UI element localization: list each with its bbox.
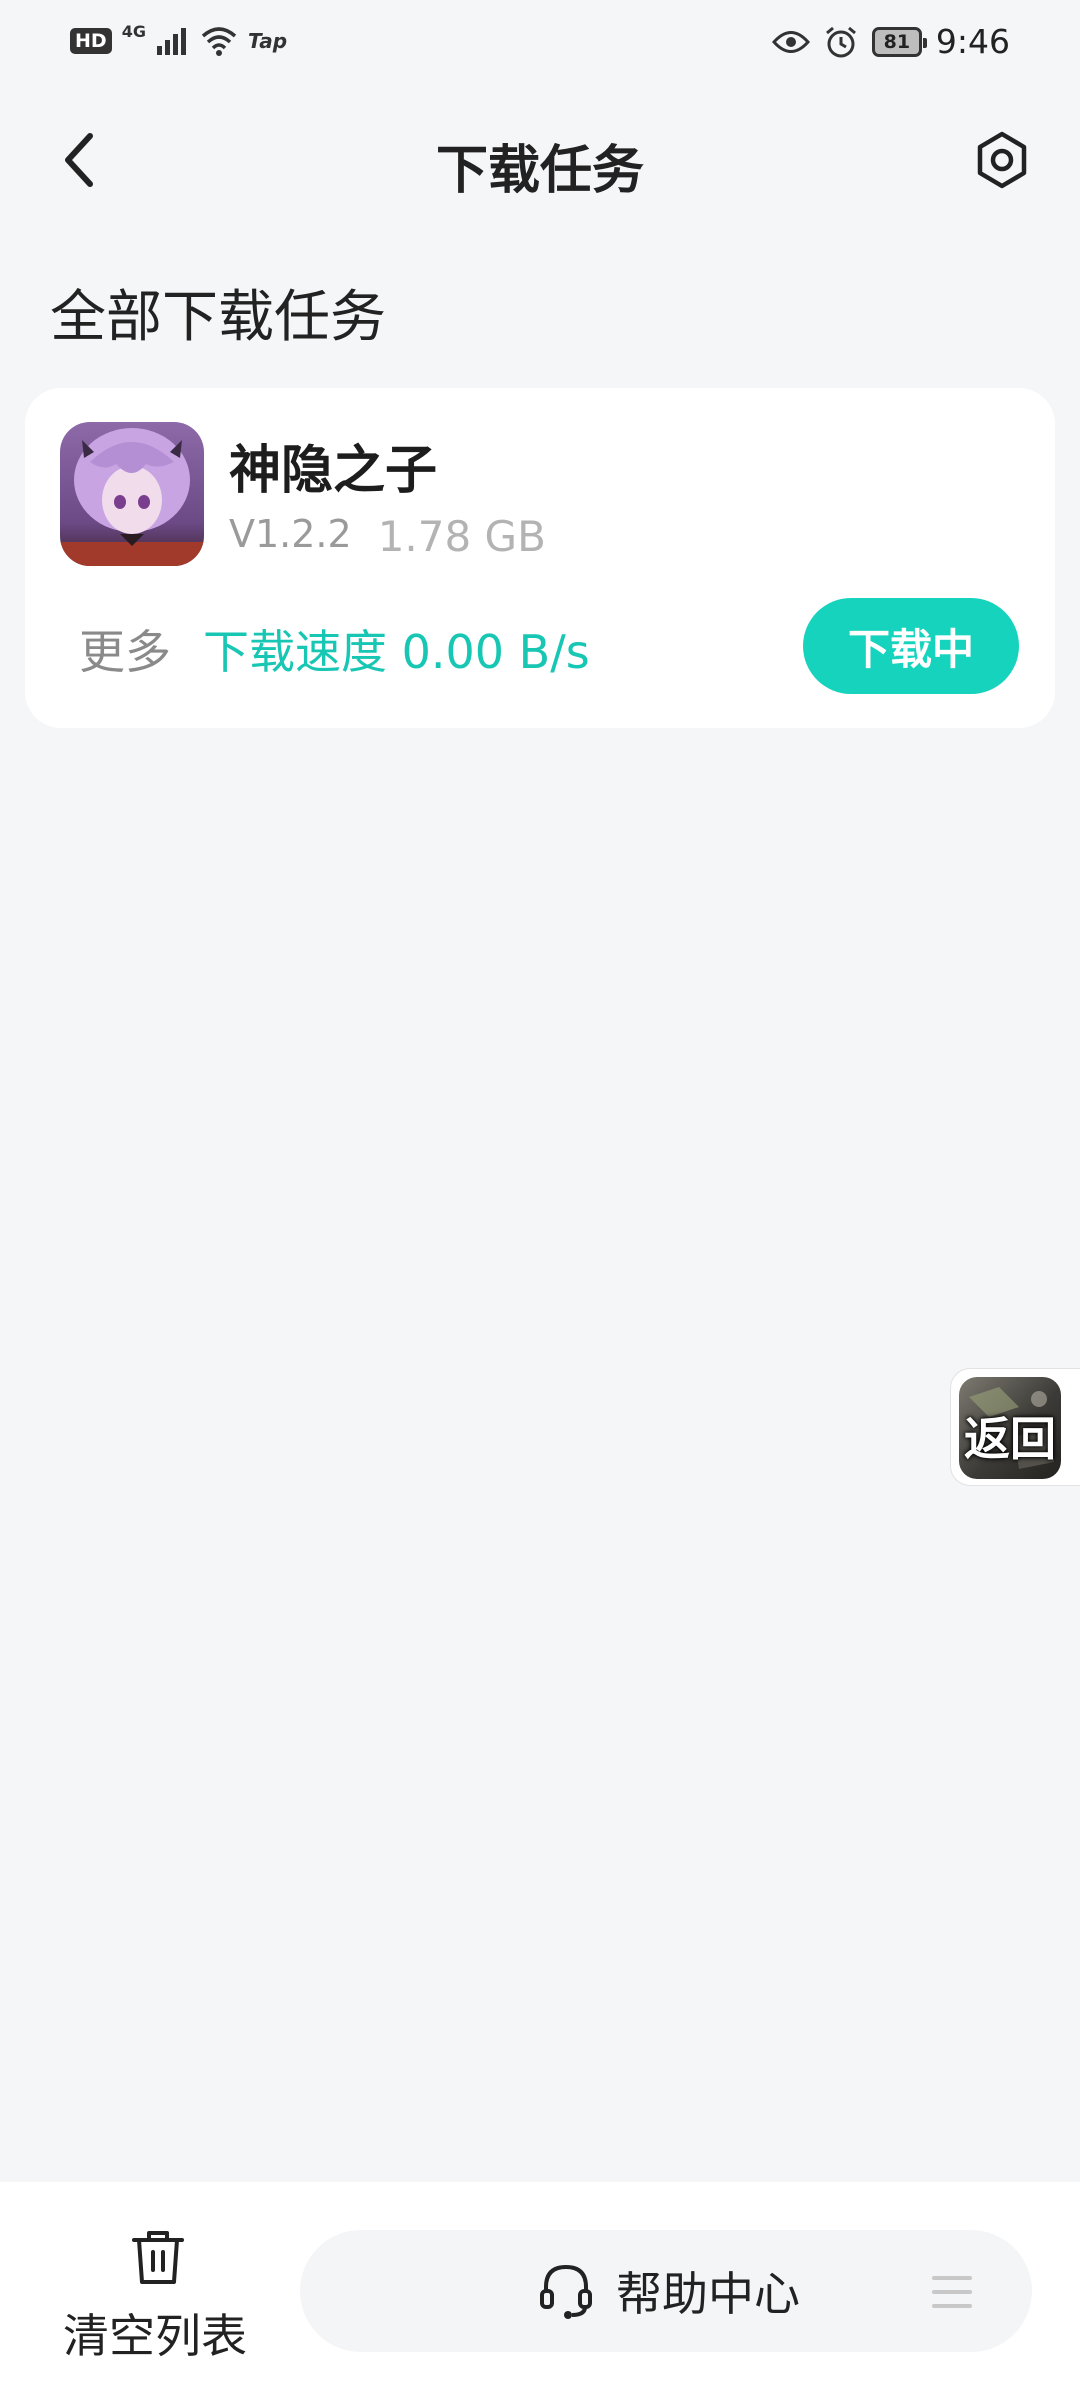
- status-right: 81 9:46: [771, 22, 1010, 61]
- more-button[interactable]: 更多: [79, 616, 171, 682]
- floating-return-button[interactable]: 返回: [950, 1368, 1080, 1486]
- trash-icon: [132, 2231, 184, 2284]
- top-bar: 下载任务: [0, 110, 1080, 210]
- return-label: 返回: [964, 1412, 1056, 1466]
- game-name: 神隐之子: [229, 441, 438, 501]
- clear-list-label: 清空列表: [63, 2309, 247, 2363]
- clock: 9:46: [935, 22, 1010, 61]
- eye-icon: [771, 30, 810, 53]
- section-title: 全部下载任务: [50, 285, 386, 350]
- settings-button[interactable]: [970, 128, 1034, 192]
- signal-icon: [156, 28, 186, 55]
- tap-status-label: Tap: [247, 29, 288, 53]
- battery-indicator: 81: [871, 26, 927, 57]
- status-left: HD 4G Tap: [70, 22, 288, 56]
- gear-icon: [977, 131, 1027, 189]
- help-center-content: 帮助中心: [538, 2258, 800, 2324]
- status-bar: HD 4G Tap 81 9:46: [0, 0, 1080, 92]
- bottom-bar: 清空列表 帮助中心: [0, 2182, 1080, 2400]
- downloading-button[interactable]: 下载中: [803, 598, 1019, 694]
- game-meta: V1.2.2 1.78 GB: [229, 512, 546, 561]
- game-icon: [60, 422, 204, 566]
- wifi-icon: [201, 27, 237, 56]
- battery-level: 81: [883, 30, 911, 53]
- page-title: 下载任务: [435, 141, 644, 201]
- help-center-button[interactable]: 帮助中心: [300, 2230, 1032, 2352]
- clear-list-button[interactable]: 清空列表: [40, 2226, 270, 2386]
- headset-icon: [540, 2264, 592, 2319]
- download-speed: 下载速度 0.00 B/s: [203, 625, 590, 679]
- hd-badge: HD: [70, 28, 112, 54]
- game-size: 1.78 GB: [377, 512, 546, 561]
- download-task-card[interactable]: 神隐之子 V1.2.2 1.78 GB 更多 下载速度 0.00 B/s 下载中: [25, 388, 1055, 728]
- network-type: 4G: [121, 21, 146, 41]
- return-thumbnail: 返回: [959, 1377, 1061, 1479]
- game-version: V1.2.2: [229, 512, 352, 556]
- help-center-label: 帮助中心: [616, 2267, 800, 2321]
- menu-icon[interactable]: [932, 2274, 972, 2310]
- alarm-icon: [825, 26, 856, 57]
